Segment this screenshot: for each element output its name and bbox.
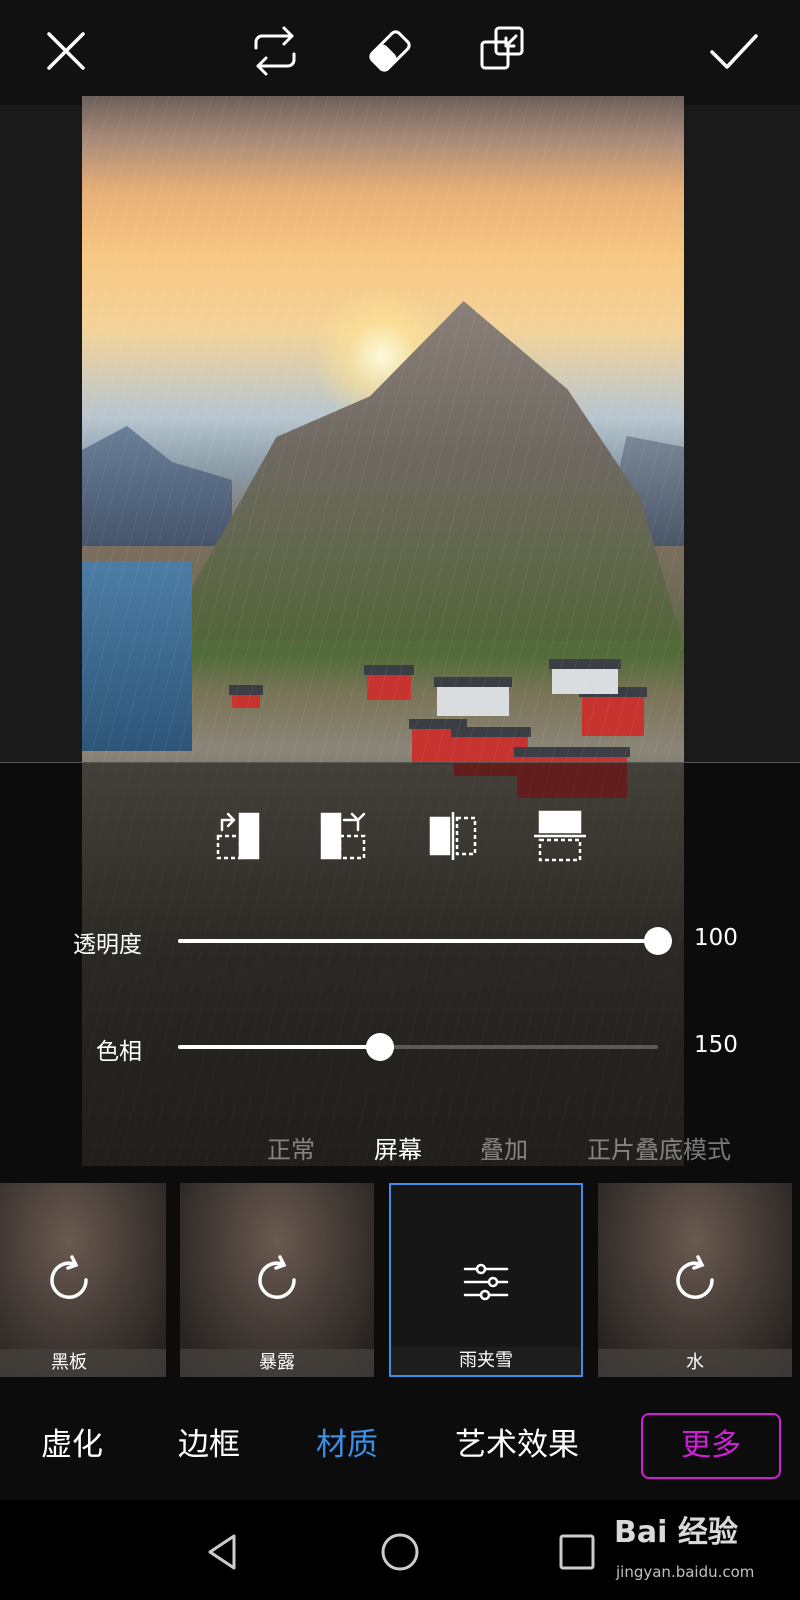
divider: [0, 762, 800, 763]
watermark: Bai 经验 jingyan.baidu.com: [612, 1505, 792, 1595]
layers-icon[interactable]: [472, 18, 538, 84]
more-button[interactable]: 更多: [641, 1413, 781, 1479]
flip-vertical-icon[interactable]: [532, 808, 588, 864]
effect-label: 黑板: [0, 1349, 166, 1377]
opacity-value: 100: [694, 925, 738, 951]
hue-slider-track[interactable]: [178, 1033, 658, 1061]
rotate-left-icon[interactable]: [212, 808, 268, 864]
effect-thumb-water[interactable]: 水: [598, 1183, 792, 1377]
effect-label: 水: [598, 1349, 792, 1377]
refresh-icon: [668, 1253, 722, 1307]
swap-icon[interactable]: [242, 18, 308, 84]
category-art-effects[interactable]: 艺术效果: [455, 1410, 579, 1480]
blend-mode-overlay[interactable]: 叠加: [480, 1130, 528, 1165]
opacity-label: 透明度: [73, 932, 142, 958]
flip-horizontal-icon[interactable]: [425, 808, 481, 864]
blend-mode-normal[interactable]: 正常: [267, 1130, 315, 1165]
check-icon[interactable]: [700, 18, 766, 84]
home-circle-icon[interactable]: [378, 1530, 422, 1574]
hue-value: 150: [694, 1032, 738, 1058]
rotate-right-icon[interactable]: [318, 808, 374, 864]
effect-thumb-sleet[interactable]: 雨夹雪: [389, 1183, 583, 1377]
controls-overlay: [0, 763, 800, 1168]
category-border[interactable]: 边框: [178, 1410, 240, 1480]
effect-label: 暴露: [180, 1349, 374, 1377]
hue-slider-thumb[interactable]: [365, 1033, 394, 1061]
watermark-brand: Bai 经验: [614, 1515, 738, 1550]
effect-label: 雨夹雪: [391, 1347, 581, 1375]
opacity-slider-thumb[interactable]: [644, 927, 672, 955]
effect-thumb-exposure[interactable]: 暴露: [180, 1183, 374, 1377]
eraser-icon[interactable]: [357, 18, 423, 84]
top-toolbar: [0, 0, 800, 105]
effect-thumb-chalkboard[interactable]: 黑板: [0, 1183, 166, 1377]
refresh-icon: [250, 1253, 304, 1307]
category-texture[interactable]: 材质: [316, 1410, 378, 1480]
blend-mode-screen[interactable]: 屏幕: [374, 1130, 422, 1165]
category-blur[interactable]: 虚化: [41, 1410, 103, 1480]
back-triangle-icon[interactable]: [202, 1530, 246, 1574]
opacity-slider-track[interactable]: [178, 927, 672, 955]
hue-label: 色相: [96, 1039, 142, 1065]
recent-square-icon[interactable]: [555, 1530, 599, 1574]
close-icon[interactable]: [33, 18, 99, 84]
watermark-url: jingyan.baidu.com: [616, 1563, 755, 1581]
refresh-icon: [42, 1253, 96, 1307]
sliders-icon: [459, 1255, 513, 1309]
opacity-slider-fill: [178, 939, 658, 943]
hue-slider-fill: [178, 1045, 380, 1049]
blend-mode-multiply[interactable]: 正片叠底模式: [587, 1130, 731, 1165]
